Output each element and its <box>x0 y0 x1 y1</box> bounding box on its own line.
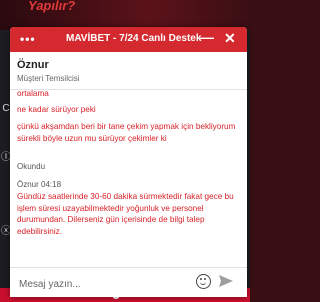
minimize-icon[interactable]: — <box>200 29 214 45</box>
send-icon[interactable] <box>218 274 234 288</box>
message-text: çünkü akşamdan beri bir tane çekim yapma… <box>17 122 236 143</box>
composer <box>10 267 247 297</box>
live-chat-widget: ••• MAVİBET - 7/24 Canlı Destek — ✕ Öznu… <box>10 27 247 297</box>
message-text: ne kadar sürüyor peki <box>17 105 96 114</box>
more-dots-icon[interactable]: ••• <box>20 32 36 46</box>
emoji-icon[interactable] <box>196 274 211 289</box>
agent-name: Öznur <box>17 59 49 71</box>
message-text: ortalama <box>17 90 49 98</box>
read-receipt: Okundu <box>17 162 46 171</box>
background-title: Yapılır? <box>28 0 76 13</box>
close-icon[interactable]: ✕ <box>224 30 236 47</box>
message-input[interactable] <box>17 275 191 293</box>
message-text: Gündüz saatlerinde 30-60 dakika sürmekte… <box>17 192 234 236</box>
message-list[interactable]: ortalama ne kadar sürüyor peki çünkü akş… <box>10 90 247 265</box>
chat-title: MAVİBET - 7/24 Canlı Destek <box>66 33 202 44</box>
agent-role: Müşteri Temsilcisi <box>17 74 80 83</box>
chat-header: ••• MAVİBET - 7/24 Canlı Destek — ✕ <box>10 27 247 52</box>
message-sender-time: Öznur 04:18 <box>17 180 62 189</box>
agent-info: Öznur Müşteri Temsilcisi <box>10 52 247 90</box>
